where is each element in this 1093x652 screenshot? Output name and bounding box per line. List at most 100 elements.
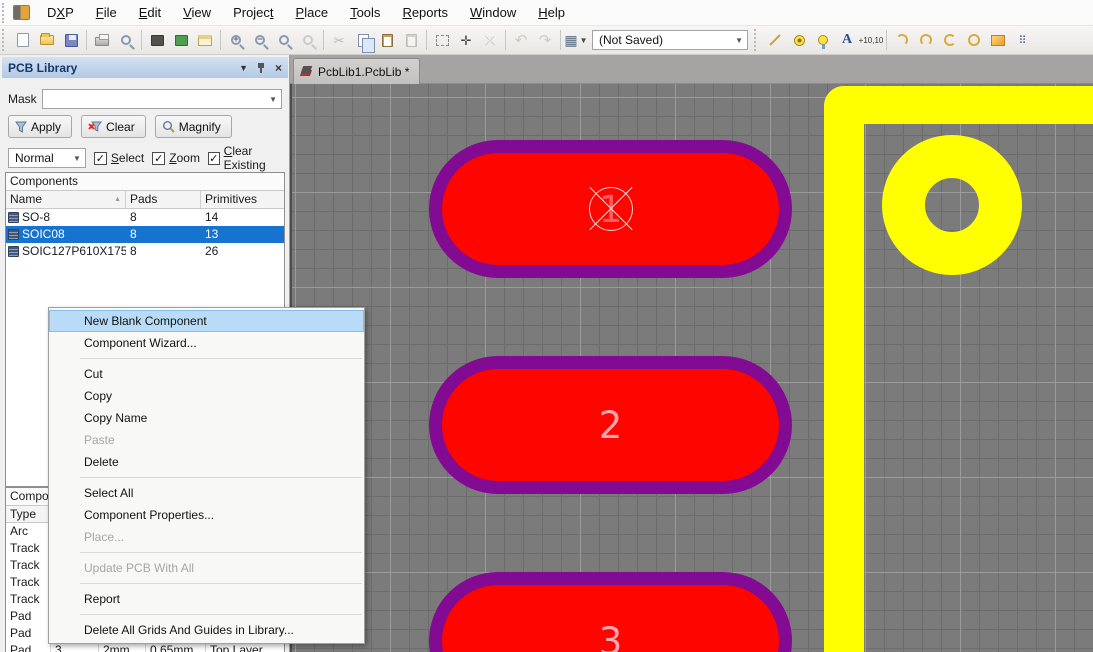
- cursor-crosshair-icon: [588, 187, 633, 231]
- footprint-icon: [8, 229, 19, 240]
- magnify-button[interactable]: Magnify: [154, 115, 232, 138]
- panel-menu-icon[interactable]: ▼: [239, 63, 248, 73]
- menu-item-delete[interactable]: Delete: [49, 451, 364, 473]
- trace-horizontal[interactable]: [824, 86, 1093, 124]
- menu-project[interactable]: Project: [222, 1, 284, 24]
- menu-item-paste: Paste: [84, 433, 115, 447]
- combo-arrow-icon: ▼: [735, 35, 743, 45]
- special-selection-icon[interactable]: ⤫: [479, 29, 501, 51]
- zoom-checkbox[interactable]: ✓ Zoom: [152, 151, 200, 165]
- paste-array-icon[interactable]: ⠿: [1011, 29, 1033, 51]
- duplicate-icon[interactable]: [400, 29, 422, 51]
- menu-help[interactable]: Help: [527, 1, 576, 24]
- clear-existing-checkbox[interactable]: ✓ Clear Existing: [207, 144, 289, 172]
- menu-file[interactable]: File: [85, 1, 128, 24]
- print-preview-icon[interactable]: [115, 29, 137, 51]
- zoom-selection-icon[interactable]: [297, 29, 319, 51]
- panel-close-icon[interactable]: ×: [275, 61, 282, 75]
- menu-dxp[interactable]: DXP: [36, 1, 85, 24]
- print-icon[interactable]: [91, 29, 113, 51]
- document-tab-bar: PcbLib1.PcbLib *: [290, 55, 1093, 84]
- pad-1[interactable]: 1: [429, 140, 792, 278]
- layer-pair-combobox[interactable]: (Not Saved) ▼: [592, 30, 748, 50]
- menu-item-copy[interactable]: Copy: [49, 385, 364, 407]
- new-document-icon[interactable]: [12, 29, 34, 51]
- menu-tools[interactable]: Tools: [339, 1, 391, 24]
- mask-dropdown-icon[interactable]: ▼: [269, 95, 277, 104]
- column-pads[interactable]: Pads: [126, 191, 201, 208]
- select-area-icon[interactable]: [431, 29, 453, 51]
- clear-button[interactable]: Clear: [81, 115, 146, 138]
- copy-icon[interactable]: [352, 29, 375, 53]
- pad-3[interactable]: 3: [429, 572, 792, 652]
- components-context-menu: New Blank Component Component Wizard... …: [48, 307, 365, 644]
- component-row-selected[interactable]: SOIC08 8 13: [6, 226, 284, 243]
- menu-item-new-blank-component[interactable]: New Blank Component: [49, 310, 364, 332]
- application-window: DXP File Edit View Project Place Tools R…: [0, 0, 1093, 652]
- redo-icon[interactable]: ↷: [534, 29, 556, 51]
- trace-vertical[interactable]: [824, 86, 864, 652]
- full-circle-icon[interactable]: [963, 29, 985, 51]
- board-view-icon[interactable]: [146, 29, 168, 51]
- menu-reports[interactable]: Reports: [391, 1, 459, 24]
- column-name[interactable]: Name ▲: [6, 191, 126, 208]
- apply-button[interactable]: Apply: [8, 115, 73, 138]
- menu-item-cut[interactable]: Cut: [49, 363, 364, 385]
- toolbar-grip-2[interactable]: [754, 28, 761, 52]
- column-type[interactable]: Type: [6, 506, 51, 522]
- zoom-in-icon[interactable]: +: [225, 29, 247, 51]
- open-icon[interactable]: [36, 29, 58, 51]
- mode-dropdown[interactable]: Normal ▼: [8, 148, 86, 168]
- place-fill-icon[interactable]: [987, 29, 1009, 51]
- snap-grid-icon[interactable]: ▦ ▼: [564, 29, 587, 51]
- select-checkbox[interactable]: ✓ Select: [93, 151, 144, 165]
- round-pad-with-hole[interactable]: [882, 135, 1022, 275]
- pcblib-document-icon: [300, 66, 313, 77]
- place-via-icon[interactable]: [812, 29, 834, 51]
- arc-center-icon[interactable]: [915, 29, 937, 51]
- save-icon[interactable]: [60, 29, 82, 51]
- arc-angle-icon[interactable]: [939, 29, 961, 51]
- zoom-area-icon[interactable]: [273, 29, 295, 51]
- mask-input[interactable]: ▼: [42, 89, 282, 109]
- panel-pin-icon[interactable]: [257, 63, 266, 73]
- menu-place[interactable]: Place: [285, 1, 340, 24]
- undo-icon[interactable]: ↶: [510, 29, 532, 51]
- menu-edit[interactable]: Edit: [128, 1, 172, 24]
- column-primitives[interactable]: Primitives: [201, 191, 284, 208]
- place-pad-icon[interactable]: [788, 29, 810, 51]
- pad-2[interactable]: 2: [429, 356, 792, 494]
- move-icon[interactable]: ✛: [455, 29, 477, 51]
- place-coordinate-icon[interactable]: +10,10: [859, 29, 884, 51]
- paste-icon[interactable]: [376, 29, 398, 51]
- menu-item-delete-all-grids-and-guides[interactable]: Delete All Grids And Guides in Library..…: [49, 619, 364, 641]
- zoom-out-icon[interactable]: −: [249, 29, 271, 51]
- document-tab[interactable]: PcbLib1.PcbLib *: [293, 58, 421, 84]
- pcb-editor-canvas[interactable]: 1 2 3: [290, 84, 1093, 652]
- component-row[interactable]: SO-8 8 14: [6, 209, 284, 226]
- arc-edge-icon[interactable]: [891, 29, 913, 51]
- components-group-header: Components: [6, 173, 284, 191]
- component-row[interactable]: SOIC127P610X175-8 8 26: [6, 243, 284, 260]
- place-line-icon[interactable]: [764, 29, 786, 51]
- menu-window[interactable]: Window: [459, 1, 527, 24]
- menubar-grip[interactable]: [2, 2, 9, 23]
- menu-item-place: Place...: [84, 530, 125, 544]
- menu-item-report[interactable]: Report: [49, 588, 364, 610]
- checkbox-checked-icon: ✓: [152, 151, 166, 165]
- main-toolbar: + − ✂ ✛ ⤫ ↶ ↷ ▦▼ (Not Saved) ▼ A +10,10: [0, 26, 1093, 55]
- layer-pair-value: (Not Saved): [599, 33, 664, 47]
- menu-item-select-all[interactable]: Select All: [49, 482, 364, 504]
- mode-dropdown-arrow-icon: ▼: [72, 153, 81, 163]
- menu-item-component-properties[interactable]: Component Properties...: [49, 504, 364, 526]
- menu-view[interactable]: View: [172, 1, 222, 24]
- menu-item-component-wizard[interactable]: Component Wizard...: [49, 332, 364, 354]
- menu-item-copy-name[interactable]: Copy Name: [49, 407, 364, 429]
- toolbar-grip[interactable]: [2, 28, 9, 52]
- browse-library-icon[interactable]: [170, 29, 192, 51]
- panel-titlebar: PCB Library ▼ ×: [2, 57, 288, 78]
- menu-separator: [80, 583, 362, 584]
- place-string-icon[interactable]: A: [836, 29, 858, 51]
- workspace-panels-icon[interactable]: [194, 29, 216, 51]
- cut-icon[interactable]: ✂: [328, 29, 350, 51]
